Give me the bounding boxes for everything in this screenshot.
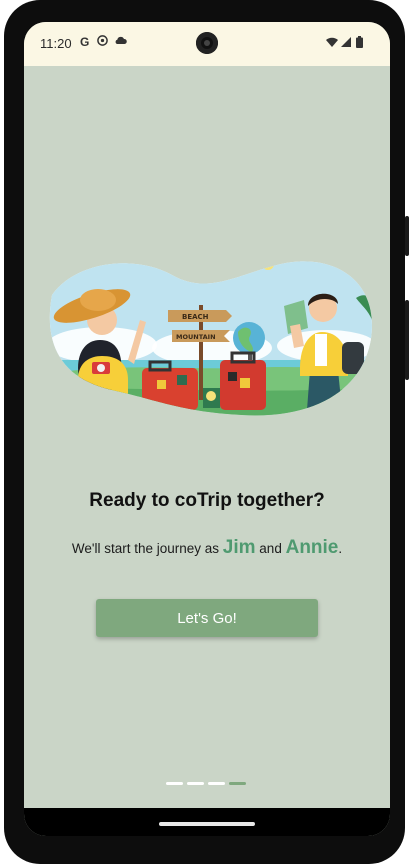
volume-button [405, 300, 409, 380]
status-time: 11:20 [40, 36, 72, 51]
google-icon: G [80, 35, 90, 49]
home-gesture-handle[interactable] [159, 822, 255, 826]
power-button [405, 216, 409, 256]
navigation-bar [24, 808, 390, 836]
traveler-name-jim: Jim [222, 537, 256, 558]
page-indicator-dot[interactable] [187, 782, 204, 785]
subtitle-connector: and [259, 541, 282, 556]
github-icon [97, 35, 108, 49]
page-indicator-dot-active[interactable] [229, 782, 246, 785]
sign-beach: BEACH [182, 313, 209, 321]
cloud-icon [114, 36, 127, 48]
onboarding-subtitle: We'll start the journey as Jim and Annie… [24, 537, 390, 559]
status-bar: 11:20 G [24, 22, 390, 66]
signal-icon [341, 37, 351, 50]
page-indicator [166, 782, 246, 785]
subtitle-prefix: We'll start the journey as [71, 541, 220, 556]
page-indicator-dot[interactable] [208, 782, 225, 785]
battery-icon [356, 36, 363, 51]
front-camera [196, 32, 218, 54]
phone-frame: 11:20 G BEACH MOUNTAIN Ready to coTrip t… [4, 0, 409, 864]
subtitle-suffix: . [338, 541, 343, 556]
lets-go-button[interactable]: Let's Go! [96, 599, 318, 637]
traveler-name-annie: Annie [285, 537, 339, 558]
travel-illustration: BEACH MOUNTAIN [42, 250, 374, 420]
page-indicator-dot[interactable] [166, 782, 183, 785]
wifi-icon [326, 37, 338, 50]
sign-mountain: MOUNTAIN [176, 333, 216, 341]
onboarding-title: Ready to coTrip together? [89, 490, 325, 511]
app-screen: 11:20 G BEACH MOUNTAIN Ready to coTrip t… [24, 22, 390, 836]
